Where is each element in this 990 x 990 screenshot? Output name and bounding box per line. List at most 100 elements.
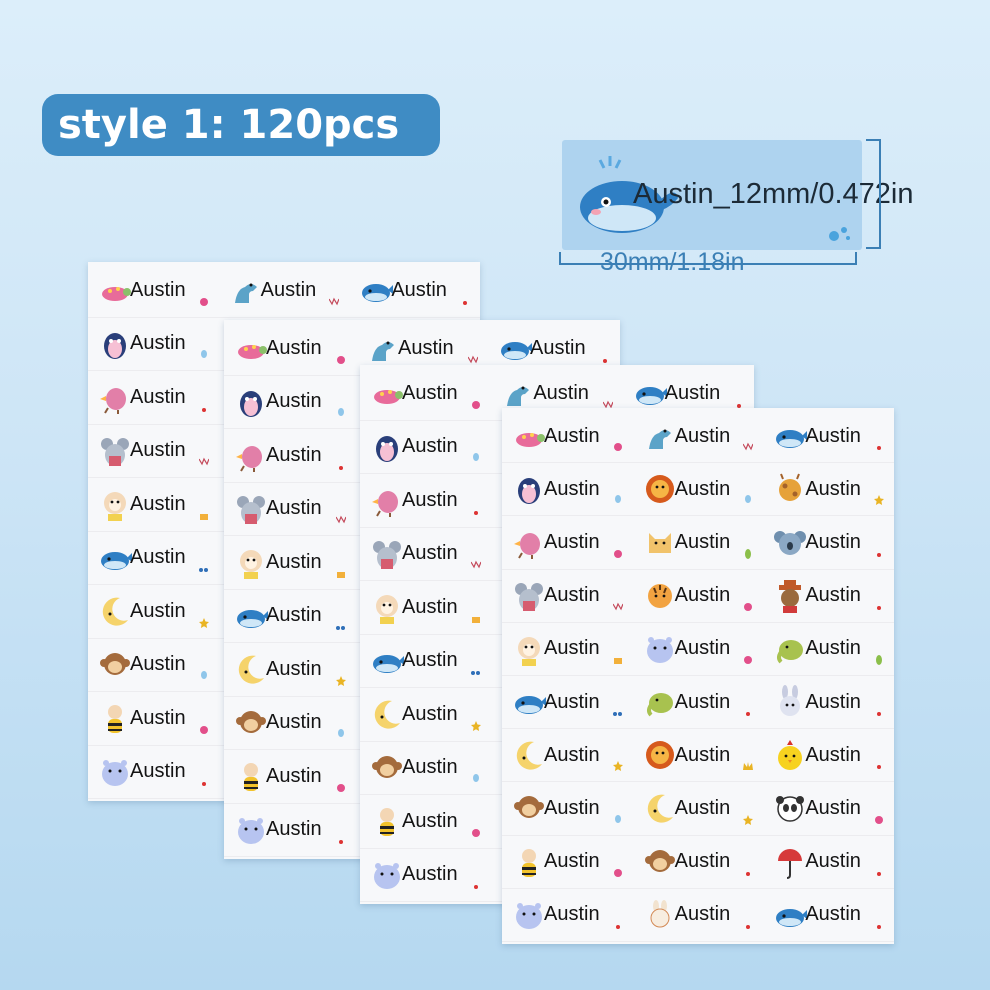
label-name-text: Austin [674,530,731,553]
name-label: Austin [763,782,894,836]
label-name-text: Austin [544,584,600,607]
turtle-icon [374,390,403,405]
ape-icon [100,652,130,675]
monkey-icon [376,595,398,625]
label-name-text: Austin [266,390,322,413]
star-decoration-icon [198,617,209,628]
balloon-decoration-icon [200,350,207,358]
penguin-icon [104,332,126,359]
mouse-icon [237,495,265,524]
label-name-text: Austin [130,278,186,301]
label-sheet: Austin Austin Austin Austin Austin Austin Aust… [502,408,894,944]
label-name-text: Austin [402,756,458,779]
label-name-text: Austin [391,278,447,301]
turtle-icon [516,433,545,448]
name-label: Austin [763,410,894,464]
lion-icon [645,741,674,770]
label-name-text: Austin [402,488,458,511]
cake-decoration-icon [199,513,208,520]
star-decoration-icon [612,761,623,772]
bunting-decoration-icon [468,355,478,363]
moon-icon [374,700,400,729]
flower-decoration-icon [337,355,345,364]
bunting-decoration-icon [329,297,340,305]
dot-decoration-icon [201,407,206,412]
name-label: Austin [763,676,894,730]
bee-icon [380,808,394,837]
name-label: Austin [632,782,764,836]
dot-decoration-icon [474,510,479,515]
star-decoration-icon [471,720,482,731]
hippo-icon [238,817,264,844]
label-name-text: Austin [130,439,186,462]
name-label: Austin [224,697,356,750]
ape-icon [644,849,675,872]
bee-icon [244,763,258,792]
name-label: Austin [360,795,492,849]
label-name-text: Austin [402,542,458,565]
label-name-text: Austin [544,903,600,926]
whale-icon [237,609,268,628]
flower-decoration-icon [472,400,481,409]
mouse-icon [101,437,129,466]
label-name-text: Austin [805,424,861,447]
name-label: Austin [360,635,492,688]
label-name-text: Austin [402,381,458,404]
name-label: Austin [224,643,356,697]
name-label: Austin [632,676,764,730]
name-label: Austin [763,623,894,676]
label-name-text: Austin [544,637,600,660]
label-name-text: Austin [402,649,458,672]
name-label: Austin [88,532,219,585]
label-name-text: Austin [674,850,731,873]
cake-decoration-icon [613,657,622,664]
dot-decoration-icon [746,712,751,717]
dot-decoration-icon [463,300,467,305]
name-label: Austin [224,429,356,483]
moon-icon [516,741,542,770]
label-name-text: Austin [805,477,861,500]
name-label: Austin [224,804,356,857]
label-name-text: Austin [544,850,600,873]
name-label: Austin [632,889,764,942]
whale-icon [501,342,532,361]
moon-icon [102,597,128,626]
dot-decoration-icon [877,446,881,451]
umbrella-icon [778,848,803,879]
mouse-icon [373,540,401,569]
bee-icon [108,705,122,734]
dot-decoration-icon [877,605,881,610]
flower-decoration-icon [875,815,883,824]
name-label: Austin [632,836,764,889]
name-label: Austin [632,463,764,517]
label-name-text: Austin [674,424,731,447]
dot-decoration-icon [201,782,206,786]
name-label: Austin [88,478,219,532]
name-label: Austin [502,729,633,783]
balloon-decoration-icon [200,671,207,679]
dot-decoration-icon [877,552,881,557]
name-label: Austin [502,463,633,517]
name-label: Austin [360,367,492,421]
label-name-text: Austin [530,336,586,359]
ape-icon [514,796,544,819]
label-name-text: Austin [266,336,322,359]
dino-icon [648,429,671,450]
dot-decoration-icon [339,465,343,470]
name-label: Austin [218,264,350,318]
name-label: Austin [224,376,356,429]
bird-icon [514,533,540,560]
dot-decoration-icon [877,871,881,876]
label-name-text: Austin [533,381,589,404]
name-label: Austin [502,782,633,836]
label-name-text: Austin [266,443,322,466]
name-label: Austin [632,623,764,676]
sample-width-dimension: 30mm/1.18in [600,248,745,276]
hippo-icon [374,862,400,889]
monkey-icon [104,492,126,522]
label-name-text: Austin [266,550,322,573]
name-label: Austin [763,836,894,889]
tiger-icon [647,583,672,608]
bubbles-decoration-icon [612,712,622,717]
name-label: Austin [88,264,219,318]
